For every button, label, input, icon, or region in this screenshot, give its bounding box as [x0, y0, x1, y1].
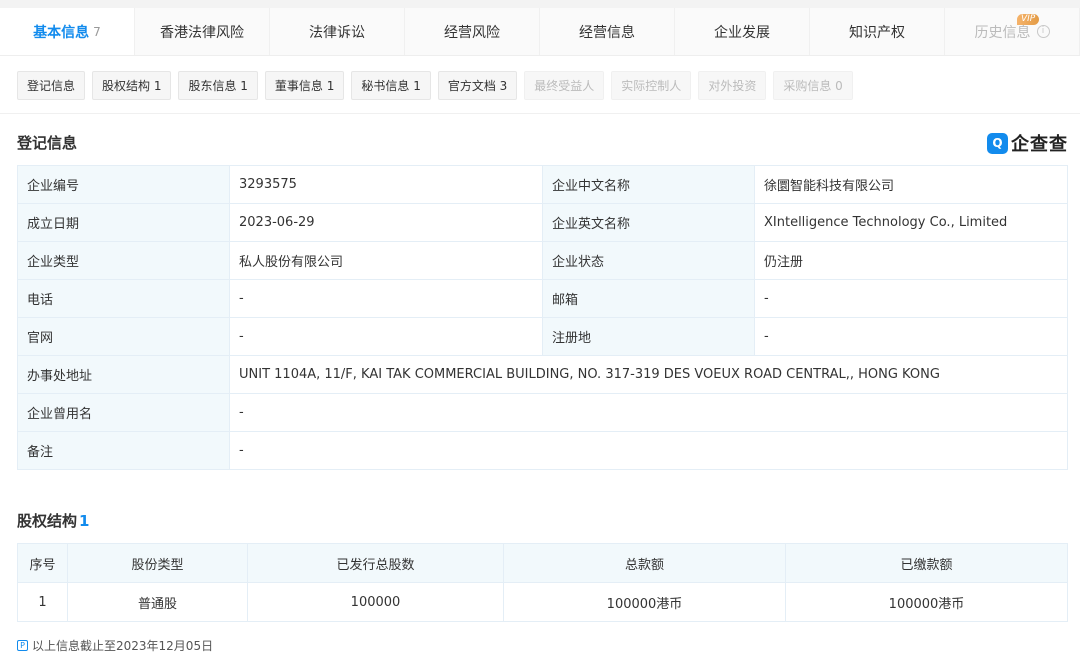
subtab-shareholders[interactable]: 股东信息 1 — [178, 71, 258, 100]
subtab-beneficiary[interactable]: 最终受益人 — [524, 71, 605, 100]
field-label: 企业状态 — [542, 241, 755, 280]
field-value: 2023-06-29 — [229, 203, 543, 242]
subtab-investment[interactable]: 对外投资 — [698, 71, 767, 100]
footnote: P 以上信息截止至2023年12月05日 — [17, 637, 213, 654]
equity-table: 序号 股份类型 已发行总股数 总款额 已缴款额 1 普通股 100000 100… — [17, 543, 1068, 622]
main-tabs: 基本信息 7 香港法律风险 法律诉讼 经营风险 经营信息 企业发展 知识产权 V… — [0, 8, 1080, 56]
field-label: 官网 — [17, 317, 230, 356]
table-cell: 100000港币 — [503, 582, 786, 622]
field-value: - — [754, 279, 1068, 318]
field-label: 企业曾用名 — [17, 393, 230, 432]
tab-label: 知识产权 — [849, 24, 905, 41]
qichacha-logo-icon: Q — [987, 132, 1008, 154]
table-row: 备注 - — [17, 431, 1068, 470]
vip-badge: VIP — [1017, 14, 1040, 25]
top-strip — [0, 0, 1080, 8]
sub-tabs: 登记信息 股权结构 1 股东信息 1 董事信息 1 秘书信息 1 官方文档 3 … — [17, 71, 853, 100]
table-row: 企业类型 私人股份有限公司 企业状态 仍注册 — [17, 241, 1068, 280]
equity-title: 股权结构 1 — [17, 510, 89, 531]
field-value: 徐圜智能科技有限公司 — [754, 165, 1068, 204]
field-label: 企业英文名称 — [542, 203, 755, 242]
subtab-official-docs[interactable]: 官方文档 3 — [437, 71, 518, 100]
field-label: 电话 — [17, 279, 230, 318]
table-row: 成立日期 2023-06-29 企业英文名称 XIntelligence Tec… — [17, 203, 1068, 242]
field-label: 备注 — [17, 431, 230, 470]
field-value: XIntelligence Technology Co., Limited — [754, 203, 1068, 242]
subtab-controller[interactable]: 实际控制人 — [611, 71, 692, 100]
tab-label: 企业发展 — [714, 24, 770, 41]
tab-count: 7 — [93, 24, 101, 39]
footnote-text: 以上信息截止至2023年12月05日 — [32, 639, 214, 653]
field-label: 企业中文名称 — [542, 165, 755, 204]
qichacha-logo: Q 企查查 — [987, 130, 1068, 156]
tab-business-info[interactable]: 经营信息 — [540, 8, 675, 55]
tab-history[interactable]: VIP 历史信息 i — [945, 8, 1080, 55]
field-label: 企业类型 — [17, 241, 230, 280]
table-cell: 普通股 — [67, 582, 248, 622]
registration-table: 企业编号 3293575 企业中文名称 徐圜智能科技有限公司 成立日期 2023… — [17, 165, 1068, 470]
logo-text: 企查查 — [1011, 134, 1068, 155]
note-icon: P — [17, 640, 28, 651]
field-value: 私人股份有限公司 — [229, 241, 543, 280]
column-header: 序号 — [17, 543, 68, 583]
tab-label: 经营风险 — [444, 24, 500, 41]
table-cell: 100000港币 — [785, 582, 1068, 622]
table-row: 官网 - 注册地 - — [17, 317, 1068, 356]
subtab-registration[interactable]: 登记信息 — [17, 71, 86, 100]
column-header: 总款额 — [503, 543, 786, 583]
column-header: 已发行总股数 — [247, 543, 504, 583]
table-row: 办事处地址 UNIT 1104A, 11/F, KAI TAK COMMERCI… — [17, 355, 1068, 394]
address-value: UNIT 1104A, 11/F, KAI TAK COMMERCIAL BUI… — [229, 355, 1068, 394]
table-row: 企业曾用名 - — [17, 393, 1068, 432]
equity-title-text: 股权结构 — [17, 512, 78, 530]
tab-basic-info[interactable]: 基本信息 7 — [0, 8, 135, 55]
tab-hk-legal-risk[interactable]: 香港法律风险 — [135, 8, 270, 55]
table-cell: 1 — [17, 582, 68, 622]
equity-count: 1 — [79, 512, 90, 530]
tab-label: 基本信息 — [33, 24, 90, 41]
tab-label: 经营信息 — [579, 24, 635, 41]
field-value: - — [229, 317, 543, 356]
subtab-procurement[interactable]: 采购信息 0 — [773, 71, 853, 100]
field-label: 成立日期 — [17, 203, 230, 242]
divider — [0, 113, 1080, 114]
tab-ip[interactable]: 知识产权 — [810, 8, 945, 55]
field-value: - — [229, 393, 1068, 432]
table-row: 企业编号 3293575 企业中文名称 徐圜智能科技有限公司 — [17, 165, 1068, 204]
field-value: - — [229, 279, 543, 318]
column-header: 已缴款额 — [785, 543, 1068, 583]
field-label: 办事处地址 — [17, 355, 230, 394]
table-row: 1 普通股 100000 100000港币 100000港币 — [17, 582, 1068, 622]
field-label: 邮箱 — [542, 279, 755, 318]
field-value: 仍注册 — [754, 241, 1068, 280]
field-label: 注册地 — [542, 317, 755, 356]
subtab-equity[interactable]: 股权结构 1 — [92, 71, 172, 100]
field-label: 企业编号 — [17, 165, 230, 204]
tab-litigation[interactable]: 法律诉讼 — [270, 8, 405, 55]
subtab-secretary[interactable]: 秘书信息 1 — [351, 71, 431, 100]
field-value: 3293575 — [229, 165, 543, 204]
tab-business-risk[interactable]: 经营风险 — [405, 8, 540, 55]
table-cell: 100000 — [247, 582, 504, 622]
tab-label: 香港法律风险 — [160, 24, 244, 41]
tab-development[interactable]: 企业发展 — [675, 8, 810, 55]
registration-title: 登记信息 — [17, 134, 78, 152]
column-header: 股份类型 — [67, 543, 248, 583]
table-header-row: 序号 股份类型 已发行总股数 总款额 已缴款额 — [17, 543, 1068, 583]
table-row: 电话 - 邮箱 - — [17, 279, 1068, 318]
field-value: - — [229, 431, 1068, 470]
tab-label: 法律诉讼 — [309, 24, 365, 41]
subtab-directors[interactable]: 董事信息 1 — [264, 71, 345, 100]
field-value: - — [754, 317, 1068, 356]
info-icon[interactable]: i — [1036, 25, 1050, 38]
